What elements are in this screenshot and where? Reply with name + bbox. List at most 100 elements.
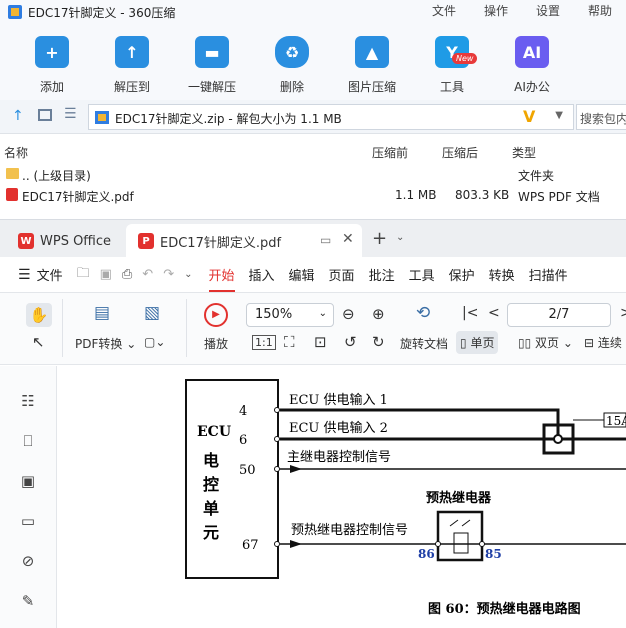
close-icon[interactable]: ✕ [342,231,354,247]
list-item[interactable]: EDC17针脚定义.pdf 1.1 MB 803.3 KB WPS PDF 文档 [0,185,626,206]
zip-icon [95,111,109,124]
rotate-right-icon[interactable]: ↻ [372,333,385,351]
hand-tool-icon[interactable]: ✋ [26,303,52,327]
menu-help[interactable]: 帮助 [574,0,626,24]
menu-start[interactable]: 开始 [208,265,235,292]
new-tab-icon[interactable]: + [372,228,387,249]
col-type[interactable]: 类型 [512,144,536,161]
thumbnail-icon[interactable]: ▣ [19,472,37,490]
fit-width-icon[interactable]: ⊡ [314,333,327,351]
zoom-in-icon[interactable]: ⊕ [372,305,385,323]
tab-wps-office[interactable]: W WPS Office [12,224,120,258]
menu-page[interactable]: 页面 [329,265,355,284]
image-compress-button[interactable]: ▲ 图片压缩 [332,24,412,100]
tab-pdf-document[interactable]: P EDC17针脚定义.pdf ▭ ✕ [126,224,362,258]
prev-page-icon[interactable]: < [488,305,500,321]
rotate-document-button[interactable]: 旋转文档 [400,335,448,352]
ai-office-icon: AI [515,36,549,68]
menu-edit[interactable]: 编辑 [289,265,315,284]
menu-protect[interactable]: 保护 [449,265,475,284]
folder-icon [6,168,19,179]
page-number-input[interactable]: 2/7 [507,303,611,327]
extract-to-label: 解压到 [113,80,150,94]
menu-file[interactable]: 文件 [37,265,63,284]
rotate-document-icon[interactable]: ⟲ [416,303,430,323]
one-click-extract-button[interactable]: ▬ 一键解压 [172,24,252,100]
col-name[interactable]: 名称 [4,144,28,161]
chevron-down-icon[interactable]: ▼ [555,110,563,121]
save-icon[interactable]: ▣ [100,267,112,282]
view-thumbnail-icon[interactable] [38,109,52,121]
tools-button[interactable]: Y 工具 [412,24,492,100]
ai-office-button[interactable]: AI AI办公 [492,24,572,100]
wps-tab-bar: W WPS Office P EDC17针脚定义.pdf ▭ ✕ + ⌄ [0,219,626,258]
pdf-convert-button[interactable]: PDF转换 ⌄ [75,335,136,352]
open-folder-icon[interactable]: 🗀 [77,264,90,286]
outline-icon[interactable]: ☷ [19,392,37,410]
view-list-icon[interactable]: ☰ [64,106,77,122]
menu-operate[interactable]: 操作 [470,0,522,24]
actual-size-icon[interactable]: 1:1 [252,335,276,350]
up-arrow-icon[interactable]: ↑ [12,108,24,124]
double-page-icon: ▯▯ [518,336,532,350]
menu-tools[interactable]: 工具 [409,265,435,284]
menu-insert[interactable]: 插入 [249,265,275,284]
pdf-to-word-icon[interactable]: ▤ [94,303,110,323]
fit-page-icon[interactable]: ⛶ [284,333,295,351]
add-button[interactable]: + 添加 [12,24,92,100]
menu-convert[interactable]: 转换 [489,265,515,284]
delete-button[interactable]: ♻ 删除 [252,24,332,100]
bookmark-icon[interactable]: ⎕ [19,432,37,450]
comment-icon[interactable]: ▭ [19,512,37,530]
monitor-icon[interactable]: ▭ [320,233,331,247]
ecu-label: ECU [197,424,231,440]
list-item[interactable]: .. (上级目录) 文件夹 [0,164,626,185]
hamburger-icon[interactable]: ☰ [18,267,31,283]
arrow-head [290,465,302,473]
undo-icon[interactable]: ↶ [142,267,153,282]
single-page-icon: ▯ [460,336,467,350]
chevron-down-icon[interactable]: ⌄ [396,232,404,243]
next-page-icon[interactable]: > [620,305,626,321]
pdf-to-image-icon[interactable]: ▧ [144,303,160,323]
wps-menu-bar: ☰ 文件 🗀 ▣ ⎙ ↶ ↷ ⌄ 开始 插入 编辑 页面 批注 工具 保护 转换… [0,257,626,293]
col-before[interactable]: 压缩前 [372,144,408,161]
file-type: 文件夹 [518,169,555,183]
double-page-button[interactable]: ▯▯ 双页 ⌄ [518,334,573,351]
ecu-char: 电 [203,451,219,470]
menu-settings[interactable]: 设置 [522,0,574,24]
extract-to-button[interactable]: ↑ 解压到 [92,24,172,100]
chevron-down-icon: ⌄ [318,308,327,319]
menu-file[interactable]: 文件 [418,0,470,24]
col-after[interactable]: 压缩后 [442,144,478,161]
relay-circuit-diagram: ECU 电 控 单 元 4 6 50 67 15A ECU 供电输入 1 ECU… [185,379,626,617]
print-icon[interactable]: ⎙ [122,267,132,282]
play-icon[interactable]: ▶ [204,303,228,327]
relay-title: 预热继电器 [426,490,492,506]
play-button[interactable]: 播放 [204,335,228,352]
add-icon: + [35,36,69,68]
rotate-left-icon[interactable]: ↺ [344,333,357,351]
search-input[interactable]: 搜索包内 [576,104,626,130]
chevron-down-icon[interactable]: ⌄ [184,269,192,280]
menu-scan[interactable]: 扫描件 [529,265,568,284]
pin-label: 67 [242,538,259,553]
path-field[interactable]: EDC17针脚定义.zip - 解包大小为 1.1 MB V ▼ [88,104,574,130]
continuous-button[interactable]: ⊟ 连续 [584,334,622,351]
single-page-button[interactable]: ▯ 单页 [456,331,499,354]
menu-annotate[interactable]: 批注 [369,265,395,284]
ribbon: ✋ ↖ ▤ ▧ PDF转换 ⌄ ▢⌄ ▶ 播放 150% ⌄ ⊖ ⊕ 1:1 ⛶ … [0,293,626,365]
ecu-char: 控 [203,475,219,494]
first-page-icon[interactable]: |< [462,305,478,321]
pin-terminal [274,466,280,472]
signal-label: ECU 供电输入 1 [289,392,388,408]
image-compress-icon: ▲ [355,36,389,68]
redo-icon[interactable]: ↷ [163,267,174,282]
more-convert-icon[interactable]: ▢⌄ [144,335,165,349]
attachment-icon[interactable]: ⊘ [19,552,37,570]
path-bar: ↑ ☰ EDC17针脚定义.zip - 解包大小为 1.1 MB V ▼ 搜索包… [0,100,626,134]
signature-icon[interactable]: ✎ [19,592,37,610]
zoom-out-icon[interactable]: ⊖ [342,305,355,323]
zoom-select[interactable]: 150% ⌄ [246,303,334,327]
select-tool-icon[interactable]: ↖ [32,333,45,351]
